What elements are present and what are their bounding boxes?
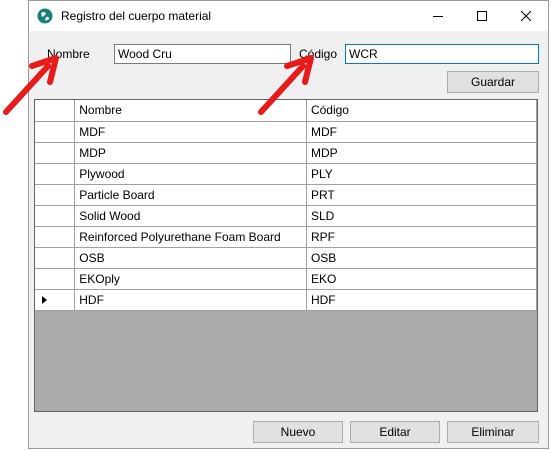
minimize-icon [433,16,443,17]
row-pointer-icon [42,295,47,304]
cell-nombre[interactable]: MDP [74,142,307,164]
cell-codigo[interactable]: RPF [306,226,537,248]
row-header[interactable] [35,289,76,311]
cell-codigo[interactable]: PLY [306,163,537,185]
row-header[interactable] [35,184,76,206]
annotation-arrow-codigo [258,55,314,115]
cell-nombre[interactable]: Plywood [74,163,307,185]
table-row[interactable]: Solid Wood SLD [35,205,537,227]
new-button[interactable]: Nuevo [253,421,343,443]
table-row[interactable]: MDF MDF [35,121,537,143]
app-globe-icon [37,8,53,24]
cell-codigo[interactable]: MDP [306,142,537,164]
close-button[interactable] [504,1,548,31]
cell-nombre[interactable]: Reinforced Polyurethane Foam Board [74,226,307,248]
cell-nombre[interactable]: MDF [74,121,307,143]
table-row[interactable]: MDP MDP [35,142,537,164]
materials-table: Nombre Código MDF MDF MDP MDP Plywood PL… [35,100,537,311]
row-header[interactable] [35,268,76,290]
codigo-input[interactable] [345,44,539,64]
delete-button[interactable]: Eliminar [447,421,539,443]
row-header[interactable] [35,121,76,143]
column-header-codigo[interactable]: Código [306,100,537,122]
table-row[interactable]: Particle Board PRT [35,184,537,206]
row-header[interactable] [35,247,76,269]
close-icon [521,11,531,21]
window-title: Registro del cuerpo material [61,9,212,23]
title-bar[interactable]: Registro del cuerpo material [29,1,548,31]
annotation-arrow-nombre [3,55,59,115]
save-button[interactable]: Guardar [447,71,539,93]
cell-codigo[interactable]: SLD [306,205,537,227]
cell-codigo[interactable]: EKO [306,268,537,290]
cell-nombre[interactable]: Particle Board [74,184,307,206]
table-row-current[interactable]: HDF HDF [35,289,537,311]
cell-nombre[interactable]: EKOply [74,268,307,290]
cell-nombre[interactable]: Solid Wood [74,205,307,227]
maximize-icon [477,11,487,21]
row-header[interactable] [35,142,76,164]
minimize-button[interactable] [416,1,460,31]
cell-nombre[interactable]: HDF [74,289,307,311]
materials-grid[interactable]: Nombre Código MDF MDF MDP MDP Plywood PL… [34,99,538,412]
cell-codigo[interactable]: OSB [306,247,537,269]
maximize-button[interactable] [460,1,504,31]
cell-nombre[interactable]: OSB [74,247,307,269]
table-row[interactable]: OSB OSB [35,247,537,269]
table-row[interactable]: Reinforced Polyurethane Foam Board RPF [35,226,537,248]
cell-codigo[interactable]: HDF [306,289,537,311]
cell-codigo[interactable]: MDF [306,121,537,143]
table-row[interactable]: Plywood PLY [35,163,537,185]
row-header[interactable] [35,226,76,248]
cell-codigo[interactable]: PRT [306,184,537,206]
table-row[interactable]: EKOply EKO [35,268,537,290]
row-header[interactable] [35,205,76,227]
row-header[interactable] [35,163,76,185]
edit-button[interactable]: Editar [350,421,440,443]
